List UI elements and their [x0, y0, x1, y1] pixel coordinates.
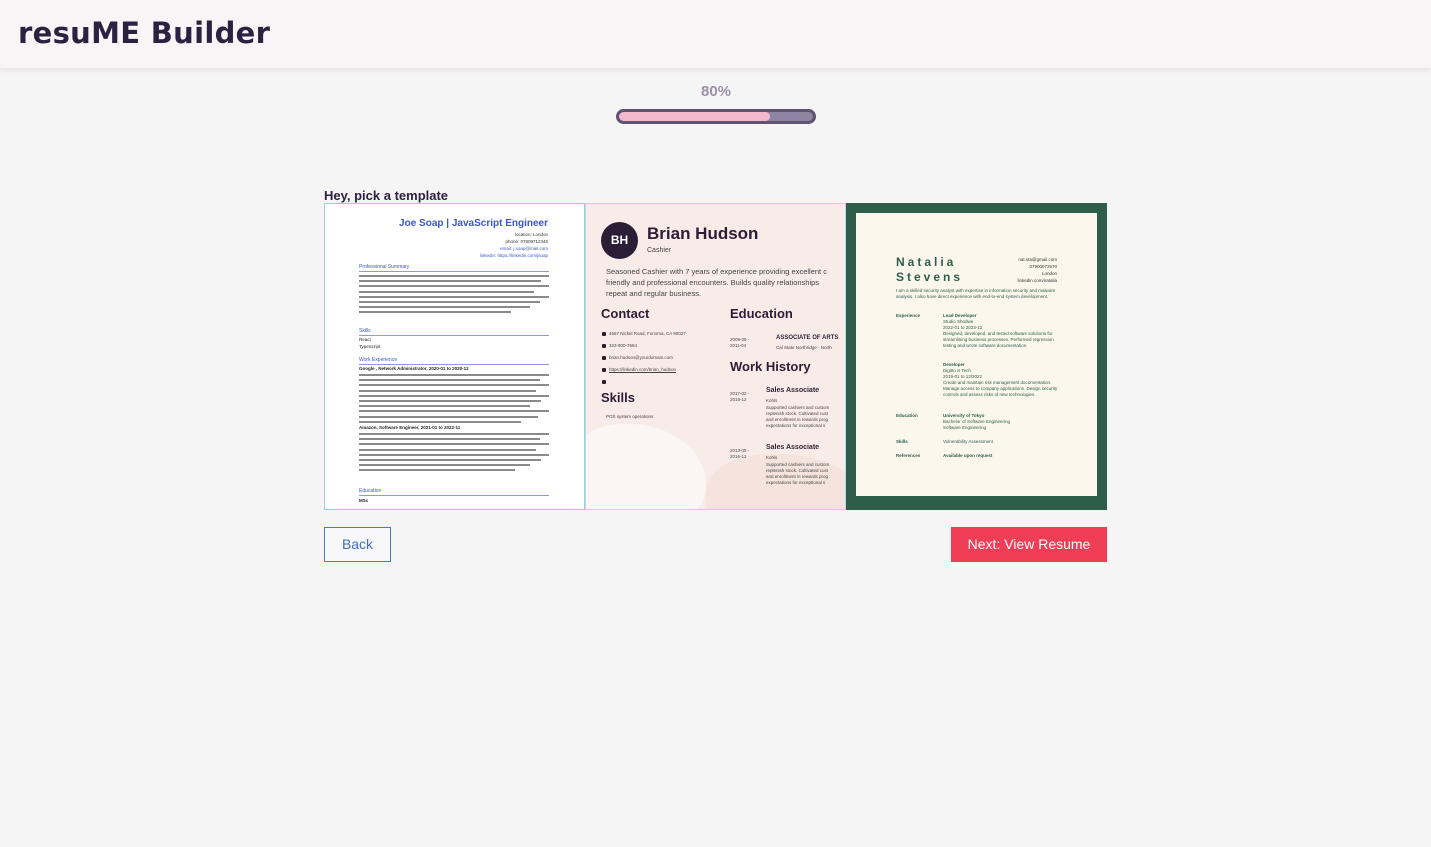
- t3-education-field: Software Engineering: [943, 425, 987, 430]
- link-icon: [602, 379, 606, 384]
- t3-experience-label: Experience: [896, 313, 921, 318]
- t2-job-1-desc: Supported cashiers and custom replenish …: [766, 405, 829, 429]
- t2-summary-line: Seasoned Cashier with 7 years of experie…: [606, 267, 827, 276]
- t3-job-company: Digitto is Tech: [943, 368, 971, 373]
- t2-summary: Seasoned Cashier with 7 years of experie…: [606, 266, 845, 299]
- app-logo[interactable]: resuME Builder: [18, 16, 270, 50]
- t3-intro: I am a skilled security analyst with exp…: [896, 288, 1056, 299]
- t2-job-1-company: Kohls: [766, 398, 778, 403]
- t2-name: Brian Hudson: [647, 224, 759, 243]
- t2-job-desc-line: expectations for exceptional s: [766, 480, 826, 485]
- t1-section-summary: Professional Summary: [359, 264, 549, 272]
- t1-skill-item: React: [359, 337, 371, 342]
- t2-job-1-title: Sales Associate: [766, 387, 820, 394]
- t3-contact-line: nat.sta@gmail.com: [1018, 257, 1057, 262]
- t1-contact: location: London phone: 07809712345 emai…: [480, 231, 548, 259]
- t1-education-item: MSc: [359, 498, 369, 503]
- progress-percent: 80%: [700, 83, 732, 100]
- t2-education-heading: Education: [730, 306, 793, 321]
- t2-skills-heading: Skills: [601, 390, 635, 405]
- t3-job-dates: 2022-01 to 2023-12: [943, 325, 983, 330]
- t1-contact-line: email: j.soap@mail.com: [500, 246, 548, 251]
- t3-skills-label: Skills: [896, 439, 908, 444]
- t3-job-desc: Create and maintain risk management docu…: [943, 380, 1058, 397]
- t3-job-desc: Designed, developed, and tested software…: [943, 331, 1054, 348]
- t3-contact-line: linkedin.com/natalia: [1017, 278, 1057, 283]
- t3-job-1: Lead Developer Studio Shodwe 2022-01 to …: [943, 313, 1061, 349]
- t3-contact-line: London: [1041, 271, 1057, 276]
- t1-section-education: Education: [359, 488, 549, 496]
- t2-summary-line: repeat and regular business.: [606, 289, 702, 298]
- t3-last-name: Stevens: [896, 270, 964, 284]
- t2-work-heading: Work History: [730, 359, 811, 374]
- t3-contact: nat.sta@gmail.com 07900072570 London lin…: [1017, 256, 1057, 284]
- t2-contact-line: 4567 Nickel Road, Fonoma, CA 90027: [609, 331, 686, 336]
- t2-job-2-desc: Supported cashiers and custom replenish …: [766, 462, 829, 486]
- t1-job-1-text: [359, 374, 549, 426]
- t1-name-title: Joe Soap | JavaScript Engineer: [399, 218, 548, 229]
- t2-education-degree: ASSOCIATE OF ARTS: [776, 335, 839, 341]
- t2-role: Cashier: [647, 247, 672, 254]
- t3-job-company: Studio Shodwe: [943, 319, 974, 324]
- location-icon: [602, 331, 606, 336]
- t1-section-skills: Skills: [359, 328, 549, 336]
- email-icon: [602, 355, 606, 360]
- t2-avatar: BH: [601, 222, 638, 259]
- t2-contact-line: 323-900-7684: [609, 343, 638, 348]
- template-card-2[interactable]: BH Brian Hudson Cashier Seasoned Cashier…: [585, 203, 846, 510]
- app-header: resuME Builder: [0, 0, 1431, 69]
- t3-references-value: Available upon request: [943, 453, 993, 458]
- t2-job-desc-line: expectations for exceptional s: [766, 423, 826, 428]
- t2-education-dates: 2009-09 - 2011-04: [730, 337, 750, 348]
- t1-contact-line: location: London: [514, 232, 548, 237]
- t2-contact-heading: Contact: [601, 306, 650, 321]
- t1-summary-text: [359, 275, 549, 317]
- t3-first-name: Natalia: [896, 255, 957, 269]
- t1-skill-item: TypeScript: [359, 344, 381, 349]
- t2-job-1-dates: 2017-02 - 2019-12: [730, 391, 750, 402]
- t2-contact-line: https://linkedin.com/brian_hudson: [609, 367, 677, 372]
- t3-job-2: Developer Digitto is Tech 2019-01 to 12/…: [943, 362, 1061, 398]
- t2-job-2-title: Sales Associate: [766, 444, 820, 451]
- t1-section-work: Work Experience: [359, 357, 549, 365]
- t3-job-title: Lead Developer: [943, 313, 977, 318]
- t3-skills-value: Vulnerability Assessment: [943, 439, 993, 444]
- t2-contact-list: 4567 Nickel Road, Fonoma, CA 90027 323-9…: [602, 328, 686, 388]
- t3-education: University of Tokyo Bachelor of Software…: [943, 413, 1061, 431]
- t3-references-label: References: [896, 453, 921, 458]
- t2-summary-line: friendly and professional encounters. Bu…: [606, 278, 820, 287]
- t3-job-dates: 2019-01 to 12/2022: [943, 374, 983, 379]
- next-view-resume-button[interactable]: Next: View Resume: [951, 527, 1107, 562]
- t2-job-2-dates: 2013-05 - 2016-12: [730, 448, 750, 459]
- t3-education-label: Education: [896, 413, 918, 418]
- t2-skill-item: POS system operations: [606, 414, 654, 419]
- t1-job-2: Amazon, Software Engineer, 2021-01 to 20…: [359, 425, 461, 430]
- t2-background-shape: [586, 424, 706, 509]
- t3-education-school: University of Tokyo: [943, 413, 985, 418]
- t3-job-title: Developer: [943, 362, 965, 367]
- t3-education-degree: Bachelor of Software Engineering: [943, 419, 1011, 424]
- t1-skills-list: React TypeScript: [359, 336, 380, 350]
- t1-contact-line: phone: 07809712345: [505, 239, 548, 244]
- t1-job-2-text: [359, 433, 549, 475]
- template-picker-title: Hey, pick a template: [324, 188, 449, 203]
- t1-job-1: Google , Network Administrator, 2020-01 …: [359, 366, 469, 371]
- t3-name: Natalia Stevens: [896, 255, 963, 285]
- t2-education-school: Cal State Northridge - North: [776, 345, 832, 350]
- template-gallery: Joe Soap | JavaScript Engineer location:…: [324, 203, 1107, 510]
- t2-contact-line: brian.hudson@yourdomain.com: [609, 355, 673, 360]
- t3-contact-line: 07900072570: [1029, 264, 1057, 269]
- linkedin-icon: [602, 367, 606, 372]
- progress-bar-fill: [619, 112, 771, 121]
- template-card-3[interactable]: Natalia Stevens nat.sta@gmail.com 079000…: [846, 203, 1107, 510]
- back-button[interactable]: Back: [324, 527, 391, 562]
- t1-contact-line: linkedin: https://linkedin.com/jsoap: [479, 253, 548, 258]
- phone-icon: [602, 343, 606, 348]
- progress-bar: [616, 109, 816, 124]
- template-card-1[interactable]: Joe Soap | JavaScript Engineer location:…: [324, 203, 585, 510]
- t2-job-2-company: Kohls: [766, 455, 778, 460]
- t3-paper: Natalia Stevens nat.sta@gmail.com 079000…: [856, 213, 1097, 496]
